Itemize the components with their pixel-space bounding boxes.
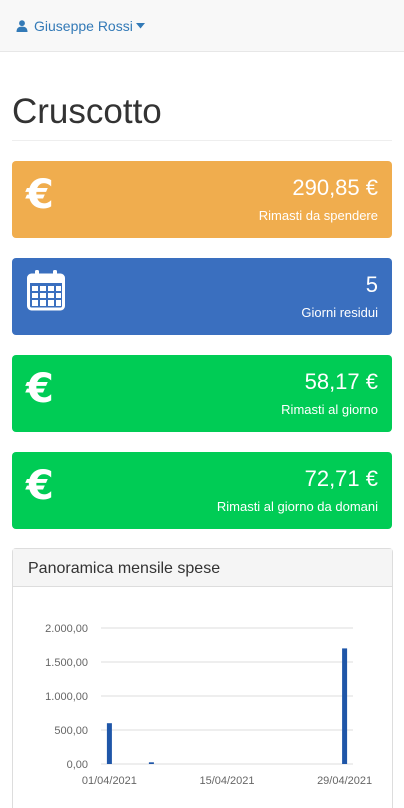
stat-card-per-day: € 58,17 € Rimasti al giorno	[12, 355, 392, 432]
y-tick-label: 0,00	[67, 759, 88, 771]
stat-card-per-day-from-tomorrow: € 72,71 € Rimasti al giorno da domani	[12, 452, 392, 529]
stat-label: Rimasti da spendere	[258, 208, 378, 223]
panel-title: Panoramica mensile spese	[13, 549, 392, 587]
stat-value: 72,71 €	[304, 466, 378, 491]
monthly-overview-panel: Panoramica mensile spese 0,00 500,00 1.000…	[12, 548, 393, 808]
x-tick-label: 01/04/2021	[82, 775, 137, 787]
stat-label: Rimasti al giorno	[281, 402, 378, 417]
chart-bar	[106, 723, 112, 764]
stat-value: 58,17 €	[304, 369, 378, 394]
x-tick-label: 29/04/2021	[317, 775, 372, 787]
page-title: Cruscotto	[12, 92, 162, 131]
y-tick-label: 500,00	[54, 725, 88, 737]
chart-container: 0,00 500,00 1.000,00 1.500,00 2.000,00 01/04/…	[13, 588, 393, 808]
y-tick-label: 1.000,00	[45, 691, 88, 703]
stat-value: 290,85 €	[292, 175, 378, 200]
user-menu[interactable]: Giuseppe Rossi	[16, 18, 145, 34]
chart-bar	[148, 762, 154, 764]
user-name: Giuseppe Rossi	[34, 18, 133, 34]
stat-label: Giorni residui	[301, 305, 378, 320]
caret-down-icon	[135, 23, 145, 29]
user-icon	[16, 20, 28, 32]
chart-bar	[342, 648, 348, 764]
euro-icon: €	[26, 366, 54, 412]
navbar: Giuseppe Rossi	[0, 0, 404, 52]
stat-card-days-left: 5 Giorni residui	[12, 258, 392, 335]
monthly-spending-chart: 0,00 500,00 1.000,00 1.500,00 2.000,00 01/04/…	[45, 623, 372, 787]
stat-card-remaining-spend: € 290,85 € Rimasti da spendere	[12, 161, 392, 238]
calendar-icon	[27, 269, 65, 316]
y-tick-label: 2.000,00	[45, 623, 88, 635]
stat-label: Rimasti al giorno da domani	[216, 499, 378, 514]
euro-icon: €	[26, 172, 54, 218]
euro-icon: €	[26, 463, 54, 509]
stat-value: 5	[365, 272, 378, 297]
x-tick-label: 15/04/2021	[199, 775, 254, 787]
y-tick-label: 1.500,00	[45, 657, 88, 669]
title-divider	[12, 140, 392, 141]
